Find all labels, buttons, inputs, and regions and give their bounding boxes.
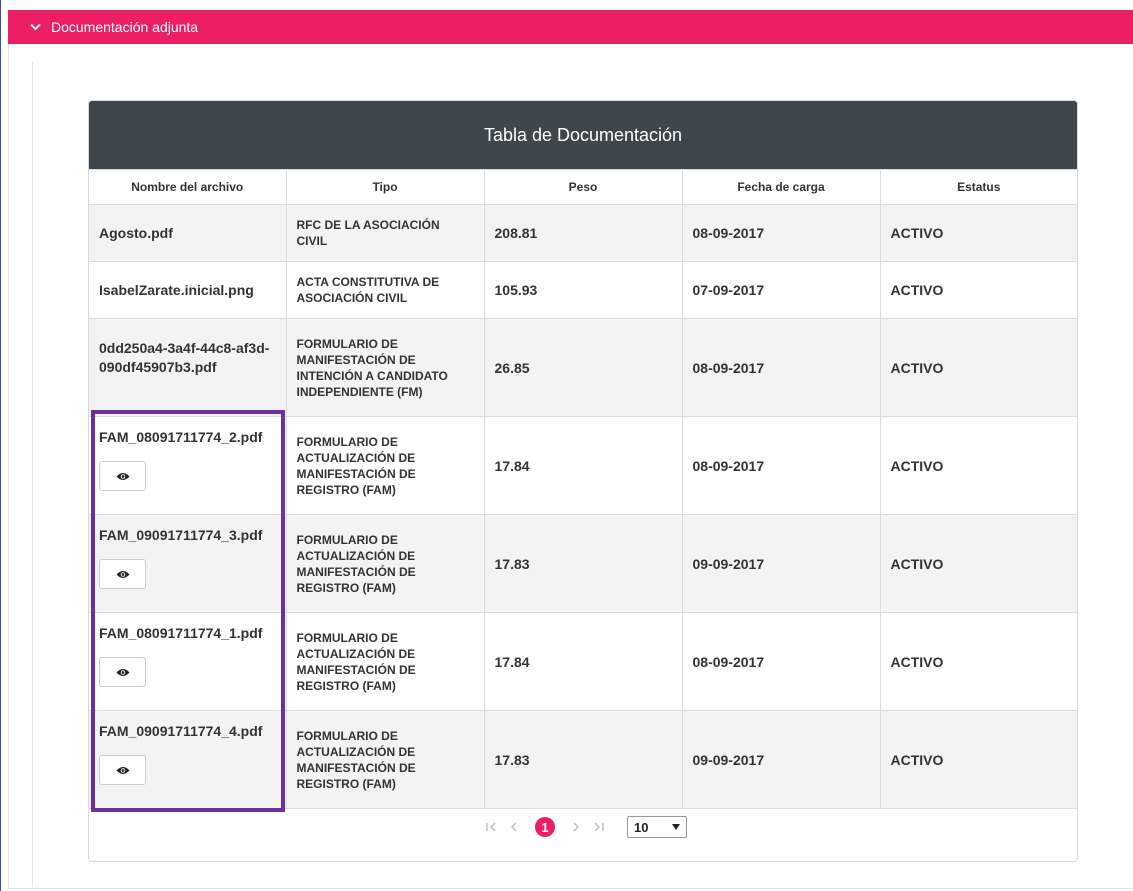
table-row: FAM_09091711774_3.pdf FORMULARIO DE ACTU… bbox=[89, 514, 1077, 613]
cell-status: ACTIVO bbox=[879, 416, 1077, 515]
cell-date: 08-09-2017 bbox=[681, 612, 881, 711]
table-header-row: Nombre del archivo Tipo Peso Fecha de ca… bbox=[89, 169, 1077, 205]
header-nombre[interactable]: Nombre del archivo bbox=[89, 169, 287, 205]
last-page-icon[interactable] bbox=[593, 821, 605, 833]
next-page-icon[interactable] bbox=[571, 821, 581, 833]
table-row: Agosto.pdf RFC DE LA ASOCIACIÓN CIVIL 20… bbox=[89, 204, 1077, 262]
cell-size: 26.85 bbox=[483, 318, 683, 417]
cell-type: FORMULARIO DE MANIFESTACIÓN DE INTENCIÓN… bbox=[285, 318, 485, 417]
panel-divider bbox=[32, 62, 33, 887]
cell-size: 105.93 bbox=[483, 261, 683, 319]
header-fecha[interactable]: Fecha de carga bbox=[681, 169, 881, 205]
eye-icon bbox=[116, 766, 129, 774]
view-document-button[interactable] bbox=[99, 657, 146, 687]
header-tipo[interactable]: Tipo bbox=[285, 169, 485, 205]
cell-type: ACTA CONSTITUTIVA DE ASOCIACIÓN CIVIL bbox=[285, 261, 485, 319]
view-document-button[interactable] bbox=[99, 461, 146, 491]
cell-size: 17.84 bbox=[483, 416, 683, 515]
table-row: FAM_08091711774_2.pdf FORMULARIO DE ACTU… bbox=[89, 416, 1077, 515]
eye-icon bbox=[116, 472, 129, 480]
eye-icon bbox=[116, 570, 129, 578]
cell-date: 08-09-2017 bbox=[681, 416, 881, 515]
cell-date: 09-09-2017 bbox=[681, 514, 881, 613]
table-row: FAM_08091711774_1.pdf FORMULARIO DE ACTU… bbox=[89, 612, 1077, 711]
cell-file: Agosto.pdf bbox=[89, 204, 287, 262]
cell-type: RFC DE LA ASOCIACIÓN CIVIL bbox=[285, 204, 485, 262]
cell-size: 17.84 bbox=[483, 612, 683, 711]
documentation-card: Tabla de Documentación Nombre del archiv… bbox=[88, 100, 1078, 862]
cell-size: 208.81 bbox=[483, 204, 683, 262]
cell-type: FORMULARIO DE ACTUALIZACIÓN DE MANIFESTA… bbox=[285, 710, 485, 809]
window-left-border bbox=[0, 0, 1, 891]
cell-type: FORMULARIO DE ACTUALIZACIÓN DE MANIFESTA… bbox=[285, 416, 485, 515]
header-estatus[interactable]: Estatus bbox=[879, 169, 1077, 205]
cell-date: 08-09-2017 bbox=[681, 204, 881, 262]
cell-status: ACTIVO bbox=[879, 514, 1077, 613]
page-current[interactable]: 1 bbox=[535, 817, 555, 837]
eye-icon bbox=[116, 668, 129, 676]
cell-file: FAM_09091711774_4.pdf bbox=[89, 710, 287, 809]
caret-down-icon bbox=[672, 824, 680, 830]
cell-file: IsabelZarate.inicial.png bbox=[89, 261, 287, 319]
page-size-value: 10 bbox=[634, 819, 649, 835]
table-row: FAM_09091711774_4.pdf FORMULARIO DE ACTU… bbox=[89, 710, 1077, 809]
table-row: 0dd250a4-3a4f-44c8-af3d-090df45907b3.pdf… bbox=[89, 318, 1077, 417]
cell-status: ACTIVO bbox=[879, 204, 1077, 262]
header-peso[interactable]: Peso bbox=[483, 169, 683, 205]
cell-file: FAM_08091711774_2.pdf bbox=[89, 416, 287, 515]
chevron-down-icon[interactable] bbox=[30, 23, 41, 31]
cell-status: ACTIVO bbox=[879, 710, 1077, 809]
section-title: Documentación adjunta bbox=[51, 19, 199, 35]
documentation-table: Nombre del archivo Tipo Peso Fecha de ca… bbox=[89, 169, 1077, 809]
cell-file: FAM_09091711774_3.pdf bbox=[89, 514, 287, 613]
page-size-select[interactable]: 10 bbox=[627, 816, 687, 838]
cell-date: 08-09-2017 bbox=[681, 318, 881, 417]
cell-file: 0dd250a4-3a4f-44c8-af3d-090df45907b3.pdf bbox=[89, 318, 287, 417]
pagination: 1 10 bbox=[89, 808, 1077, 846]
view-document-button[interactable] bbox=[99, 755, 146, 785]
table-row: IsabelZarate.inicial.png ACTA CONSTITUTI… bbox=[89, 261, 1077, 319]
cell-date: 07-09-2017 bbox=[681, 261, 881, 319]
cell-date: 09-09-2017 bbox=[681, 710, 881, 809]
cell-status: ACTIVO bbox=[879, 318, 1077, 417]
first-page-icon[interactable] bbox=[485, 821, 497, 833]
prev-page-icon[interactable] bbox=[509, 821, 519, 833]
cell-size: 17.83 bbox=[483, 514, 683, 613]
cell-file: FAM_08091711774_1.pdf bbox=[89, 612, 287, 711]
cell-status: ACTIVO bbox=[879, 612, 1077, 711]
cell-type: FORMULARIO DE ACTUALIZACIÓN DE MANIFESTA… bbox=[285, 514, 485, 613]
view-document-button[interactable] bbox=[99, 559, 146, 589]
table-title: Tabla de Documentación bbox=[89, 101, 1077, 169]
cell-status: ACTIVO bbox=[879, 261, 1077, 319]
cell-size: 17.83 bbox=[483, 710, 683, 809]
section-header-documentacion[interactable]: Documentación adjunta bbox=[8, 10, 1133, 44]
cell-type: FORMULARIO DE ACTUALIZACIÓN DE MANIFESTA… bbox=[285, 612, 485, 711]
